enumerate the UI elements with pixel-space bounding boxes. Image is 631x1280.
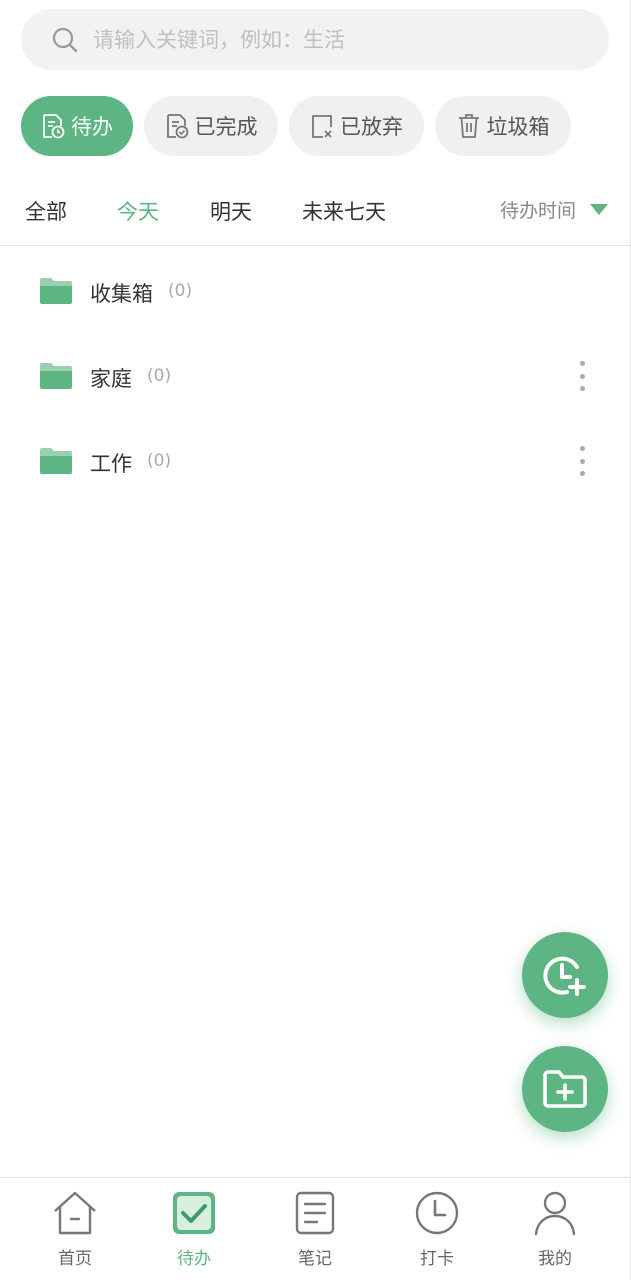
triangle-down-icon — [590, 204, 608, 215]
search-input[interactable] — [93, 27, 573, 52]
search-bar[interactable] — [21, 9, 609, 70]
note-icon — [295, 1191, 335, 1235]
sort-label: 待办时间 — [499, 200, 576, 222]
search-icon — [52, 27, 78, 52]
doc-x-icon — [312, 115, 332, 138]
more-vertical-icon[interactable] — [580, 361, 586, 391]
folder-count: (0) — [168, 281, 193, 301]
chip-abandoned-label: 已放弃 — [340, 115, 403, 139]
nav-home-label: 首页 — [58, 1249, 92, 1269]
chip-done-label: 已完成 — [194, 115, 258, 139]
chip-todo[interactable]: 待办 — [21, 96, 133, 156]
tab-all[interactable]: 全部 — [25, 196, 67, 226]
chip-trash[interactable]: 垃圾箱 — [435, 96, 571, 156]
chip-trash-label: 垃圾箱 — [486, 115, 550, 139]
tab-next-seven-days[interactable]: 未来七天 — [302, 196, 386, 226]
folder-item-family[interactable]: 家庭 (0) — [0, 333, 630, 418]
trash-icon — [458, 114, 479, 138]
nav-profile[interactable]: 我的 — [515, 1190, 595, 1269]
todo-doc-clock-icon — [43, 114, 65, 139]
nav-checkin-label: 打卡 — [420, 1249, 454, 1269]
bottom-nav: 首页 待办 笔记 打卡 我的 — [0, 1177, 630, 1280]
folder-name: 收集箱 — [90, 282, 153, 306]
sort-dropdown[interactable]: 待办时间 — [500, 196, 608, 223]
user-icon — [534, 1191, 576, 1236]
folder-count: (0) — [147, 451, 172, 471]
tab-tomorrow[interactable]: 明天 — [210, 196, 252, 226]
chip-todo-label: 待办 — [71, 115, 113, 139]
folder-icon — [40, 278, 72, 304]
more-vertical-icon[interactable] — [580, 446, 586, 476]
nav-todo[interactable]: 待办 — [154, 1190, 234, 1269]
folder-icon — [40, 448, 72, 474]
checkbox-icon — [173, 1192, 215, 1234]
folder-item-inbox[interactable]: 收集箱 (0) — [0, 248, 630, 333]
nav-notes[interactable]: 笔记 — [275, 1190, 355, 1269]
status-chips: 待办 已完成 已放弃 垃圾箱 — [21, 96, 571, 156]
folder-count: (0) — [147, 366, 172, 386]
doc-check-icon — [166, 114, 188, 139]
home-icon — [54, 1191, 96, 1235]
date-filter-tabs: 全部 今天 明天 未来七天 待办时间 — [0, 180, 630, 246]
clock-plus-icon — [543, 956, 586, 996]
nav-checkin[interactable]: 打卡 — [397, 1190, 477, 1269]
chip-done[interactable]: 已完成 — [144, 96, 278, 156]
tab-today[interactable]: 今天 — [117, 196, 159, 226]
nav-todo-label: 待办 — [177, 1249, 211, 1269]
chip-abandoned[interactable]: 已放弃 — [289, 96, 424, 156]
nav-home[interactable]: 首页 — [35, 1190, 115, 1269]
folder-plus-icon — [543, 1070, 587, 1108]
todo-page: 待办 已完成 已放弃 — [0, 0, 631, 1280]
folder-name: 工作 — [90, 452, 132, 476]
folder-item-work[interactable]: 工作 (0) — [0, 418, 630, 503]
nav-profile-label: 我的 — [538, 1249, 572, 1269]
folder-icon — [40, 363, 72, 389]
folder-name: 家庭 — [90, 367, 132, 391]
nav-notes-label: 笔记 — [298, 1249, 332, 1269]
add-folder-button[interactable] — [522, 1046, 608, 1132]
add-reminder-button[interactable] — [522, 932, 608, 1018]
clock-icon — [415, 1191, 459, 1235]
